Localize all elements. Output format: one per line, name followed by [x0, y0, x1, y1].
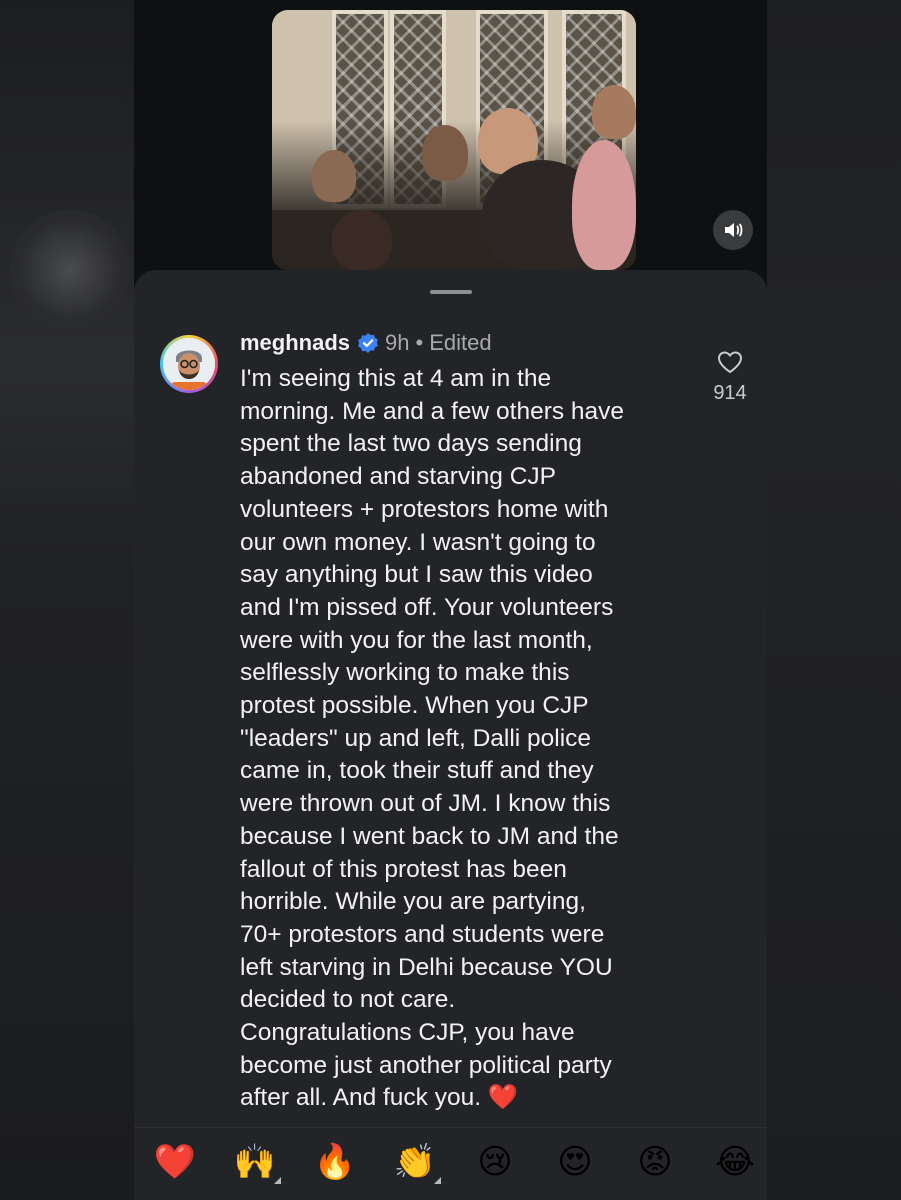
video-person	[592, 85, 636, 139]
background-right	[767, 0, 901, 1200]
verified-badge-icon	[357, 332, 379, 354]
reaction-red-heart[interactable]: ❤️	[151, 1138, 199, 1186]
avatar-illustration	[163, 338, 215, 390]
background-blur	[10, 210, 130, 330]
phone-screen: meghnads 9h • Edited I'm seeing this at …	[134, 0, 767, 1200]
like-count: 914	[713, 382, 747, 404]
drag-handle[interactable]	[430, 290, 472, 294]
reaction-bar: ❤️ 🙌 🔥 👏 😢 😍 😡 😂	[134, 1127, 767, 1200]
comment-text: I'm seeing this at 4 am in the morning. …	[240, 365, 625, 1112]
reaction-emoji: 🔥	[313, 1142, 357, 1182]
video-person	[332, 210, 392, 270]
comment-edited-label: Edited	[429, 330, 492, 355]
heart-outline-icon	[717, 351, 743, 374]
skin-tone-indicator	[274, 1177, 281, 1184]
like-button[interactable]	[715, 347, 745, 377]
reaction-emoji: ❤️	[153, 1142, 197, 1182]
speaker-icon	[725, 223, 743, 237]
background-left	[0, 0, 134, 1200]
reaction-emoji: 🙌	[233, 1142, 277, 1182]
video-person	[422, 125, 468, 181]
reaction-raising-hands[interactable]: 🙌	[231, 1138, 281, 1186]
mute-toggle-button[interactable]	[713, 210, 753, 250]
reaction-tears-of-joy[interactable]: 😂	[711, 1138, 759, 1186]
reaction-clapping-hands[interactable]: 👏	[391, 1138, 441, 1186]
reaction-crying-face[interactable]: 😢	[471, 1138, 519, 1186]
reaction-emoji: 😡	[637, 1142, 673, 1182]
reaction-emoji: 😍	[557, 1142, 593, 1182]
video-person	[572, 140, 636, 270]
avatar[interactable]	[160, 335, 218, 393]
reaction-emoji: 👏	[393, 1142, 437, 1182]
reaction-emoji: 😢	[477, 1142, 513, 1182]
reaction-heart-eyes[interactable]: 😍	[551, 1138, 599, 1186]
comment-username[interactable]: meghnads	[240, 330, 350, 356]
video-person	[312, 150, 356, 202]
meta-separator: •	[415, 330, 424, 355]
skin-tone-indicator	[434, 1177, 441, 1184]
comment-time: 9h	[385, 330, 410, 355]
video-player[interactable]	[272, 10, 636, 270]
reaction-emoji: 😂	[715, 1142, 755, 1182]
comment-sheet: meghnads 9h • Edited I'm seeing this at …	[134, 270, 767, 1200]
reaction-angry-face[interactable]: 😡	[631, 1138, 679, 1186]
comment-header: meghnads 9h • Edited	[240, 328, 492, 358]
reaction-fire[interactable]: 🔥	[311, 1138, 359, 1186]
